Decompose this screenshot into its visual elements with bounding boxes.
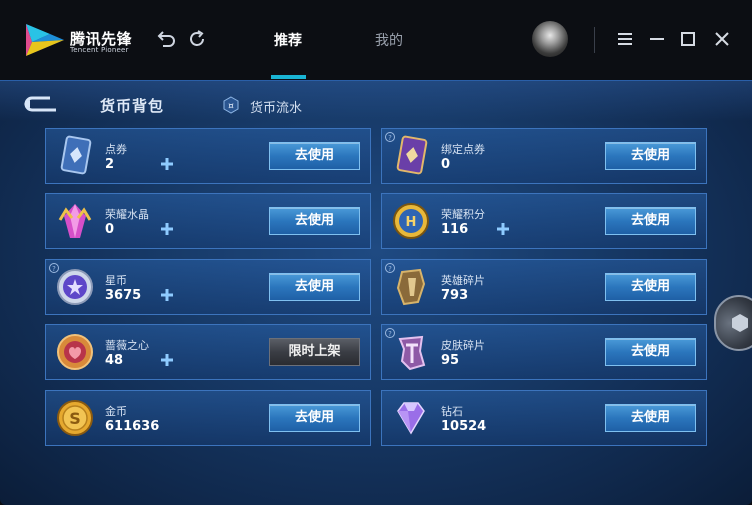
- currency-name: 蔷薇之心: [105, 339, 149, 352]
- currency-amount: 2: [105, 157, 115, 172]
- currency-card-glory-crystal: 荣耀水晶 0 去使用: [45, 193, 371, 249]
- hero-fragment-icon: [396, 268, 426, 306]
- currency-name: 金币: [105, 405, 127, 418]
- currency-amount: 3675: [105, 288, 142, 303]
- currency-card-skin-fragment: ? 皮肤碎片 95 去使用: [381, 324, 707, 380]
- currency-amount: 793: [441, 288, 469, 303]
- plus-icon[interactable]: [159, 156, 175, 172]
- currency-card-bound-coupon: ? 绑定点券 0 去使用: [381, 128, 707, 184]
- currency-card-rose-heart: 蔷薇之心 48 限时上架: [45, 324, 371, 380]
- floating-assistant-button[interactable]: [714, 295, 752, 351]
- currency-flow-label: 货币流水: [250, 101, 303, 116]
- undo-icon[interactable]: [155, 28, 177, 50]
- app-logo: 腾讯先锋 Tencent Pioneer: [24, 22, 144, 58]
- currency-name: 荣耀积分: [441, 208, 485, 221]
- currency-amount: 116: [441, 222, 469, 237]
- bound-coupon-card-icon: [396, 135, 428, 175]
- use-button[interactable]: 去使用: [605, 404, 696, 432]
- hamburger-icon[interactable]: [614, 28, 636, 50]
- currency-card-gold-coin: S 金币 611636 去使用: [45, 390, 371, 446]
- svg-text:H: H: [406, 215, 417, 230]
- currency-name: 钻石: [441, 405, 463, 418]
- avatar[interactable]: [532, 21, 568, 57]
- plus-icon[interactable]: [159, 287, 175, 303]
- logo-subtext: Tencent Pioneer: [70, 46, 129, 54]
- currency-card-hero-fragment: ? 英雄碎片 793 去使用: [381, 259, 707, 315]
- use-button[interactable]: 去使用: [605, 207, 696, 235]
- use-button[interactable]: 去使用: [269, 207, 360, 235]
- plus-icon[interactable]: [159, 221, 175, 237]
- close-icon[interactable]: [711, 28, 733, 50]
- diamond-icon: [397, 402, 425, 435]
- currency-panel: 货币背包 ¤ 货币流水 点券 2 去使用 ? 绑定点券 0 去使用 荣耀水晶 0…: [0, 80, 752, 505]
- currency-amount: 10524: [441, 419, 487, 434]
- page-title: 货币背包: [100, 97, 165, 115]
- currency-amount: 0: [441, 157, 451, 172]
- tab-recommend[interactable]: 推荐: [274, 30, 302, 50]
- currency-amount: 611636: [105, 419, 160, 434]
- refresh-icon[interactable]: [186, 28, 208, 50]
- use-button[interactable]: 去使用: [605, 273, 696, 301]
- svg-text:¤: ¤: [228, 102, 234, 112]
- limited-time-badge: 限时上架: [269, 338, 360, 366]
- use-button[interactable]: 去使用: [269, 404, 360, 432]
- use-button[interactable]: 去使用: [605, 338, 696, 366]
- glory-crystal-icon: [58, 204, 92, 238]
- minimize-icon[interactable]: [646, 28, 668, 50]
- currency-name: 绑定点券: [441, 143, 485, 156]
- ledger-icon: ¤: [223, 96, 239, 114]
- currency-name: 星币: [105, 274, 127, 287]
- use-button[interactable]: 去使用: [269, 273, 360, 301]
- use-button[interactable]: 去使用: [605, 142, 696, 170]
- plus-icon[interactable]: [495, 221, 511, 237]
- currency-amount: 48: [105, 353, 124, 368]
- currency-card-star-coin: ? 星币 3675 去使用: [45, 259, 371, 315]
- maximize-icon[interactable]: [677, 28, 699, 50]
- glory-points-icon: H: [393, 203, 429, 239]
- currency-amount: 95: [441, 353, 460, 368]
- title-bar: 腾讯先锋 Tencent Pioneer 推荐 我的: [0, 0, 752, 80]
- divider: [594, 27, 595, 53]
- tab-mine[interactable]: 我的: [375, 30, 403, 50]
- coupon-card-icon: [60, 135, 92, 175]
- star-coin-icon: [57, 269, 93, 305]
- skin-fragment-icon: [398, 335, 426, 371]
- currency-name: 英雄碎片: [441, 274, 485, 287]
- rose-heart-icon: [57, 334, 93, 370]
- currency-amount: 0: [105, 222, 115, 237]
- back-arrow-icon[interactable]: [20, 94, 60, 114]
- currency-name: 皮肤碎片: [441, 339, 485, 352]
- currency-card-glory-points: H 荣耀积分 116 去使用: [381, 193, 707, 249]
- gold-coin-icon: S: [57, 400, 93, 436]
- currency-card-coupon: 点券 2 去使用: [45, 128, 371, 184]
- currency-card-diamond: 钻石 10524 去使用: [381, 390, 707, 446]
- plus-icon[interactable]: [159, 352, 175, 368]
- hexagon-icon: [732, 314, 748, 332]
- use-button[interactable]: 去使用: [269, 142, 360, 170]
- currency-name: 点券: [105, 143, 127, 156]
- logo-mark-icon: [26, 24, 64, 56]
- active-tab-indicator: [271, 75, 306, 79]
- currency-name: 荣耀水晶: [105, 208, 149, 221]
- svg-text:S: S: [69, 409, 81, 428]
